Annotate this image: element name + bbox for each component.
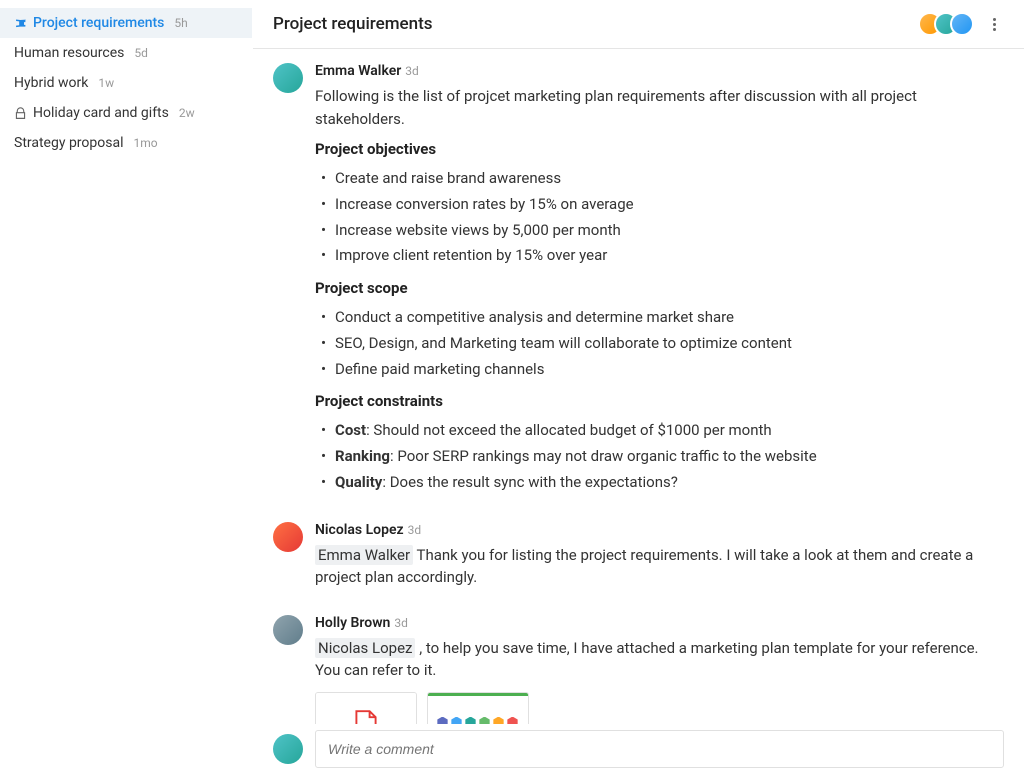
attachment-thumbnail [316,693,416,725]
section-title: Project objectives [315,140,1004,158]
avatar [273,522,303,552]
post-text: Emma Walker Thank you for listing the pr… [315,544,1004,589]
list-item: Ranking: Poor SERP rankings may not draw… [335,444,1004,470]
sidebar-item-hybrid-work[interactable]: Hybrid work 1w [0,68,252,98]
pdf-icon [351,710,381,725]
sidebar-item-project-requirements[interactable]: Project requirements 5h [0,8,252,38]
section-title: Project scope [315,279,1004,297]
avatar [273,615,303,645]
sidebar-item-time: 1w [98,76,114,90]
post-header: Nicolas Lopez 3d [315,522,1004,538]
post-author: Holly Brown [315,615,390,631]
post: Holly Brown 3d Nicolas Lopez , to help y… [273,615,1004,725]
post-header: Emma Walker 3d [315,63,1004,79]
list-item: SEO, Design, and Marketing team will col… [335,331,1004,357]
header-actions [926,12,1004,36]
post-time: 3d [394,616,408,630]
diagram-icon [437,717,520,725]
pin-icon [14,17,27,30]
attachments: Marketing-plan... Proof this file 2h [315,692,1004,725]
scope-list: Conduct a competitive analysis and deter… [315,305,1004,382]
comment-input[interactable] [315,730,1004,768]
list-item: Quality: Does the result sync with the e… [335,470,1004,496]
list-item: Cost: Should not exceed the allocated bu… [335,418,1004,444]
post: Nicolas Lopez 3d Emma Walker Thank you f… [273,522,1004,599]
avatar [273,734,303,764]
constraints-list: Cost: Should not exceed the allocated bu… [315,418,1004,495]
post: Emma Walker 3d Following is the list of … [273,63,1004,506]
post-time: 3d [408,523,422,537]
post-body: Emma Walker 3d Following is the list of … [315,63,1004,506]
sidebar-item-label: Project requirements [33,15,164,31]
post-text: Nicolas Lopez , to help you save time, I… [315,637,1004,682]
post-author: Emma Walker [315,63,401,79]
avatar [273,63,303,93]
more-options-button[interactable] [984,14,1004,34]
sidebar-item-human-resources[interactable]: Human resources 5d [0,38,252,68]
attachment-card[interactable]: Marketing-plan... Proof this file 2h [315,692,417,725]
main-panel: Project requirements Emma Walker 3d Foll… [252,0,1024,778]
user-mention[interactable]: Nicolas Lopez [315,638,415,658]
header: Project requirements [253,0,1024,49]
content-area: Emma Walker 3d Following is the list of … [253,49,1024,724]
sidebar-item-label: Strategy proposal [14,135,123,151]
sidebar-item-time: 5d [134,46,148,60]
sidebar-item-holiday-card[interactable]: Holiday card and gifts 2w [0,98,252,128]
list-item: Improve client retention by 15% over yea… [335,243,1004,269]
sidebar-item-time: 1mo [133,136,157,150]
user-mention[interactable]: Emma Walker [315,545,413,565]
sidebar-item-time: 5h [174,16,187,30]
sidebar-item-strategy-proposal[interactable]: Strategy proposal 1mo [0,128,252,158]
sidebar-item-time: 2w [179,106,195,120]
attachment-thumbnail [428,693,528,725]
collaborator-avatars[interactable] [926,12,974,36]
sidebar-item-label: Holiday card and gifts [33,105,169,121]
post-body: Nicolas Lopez 3d Emma Walker Thank you f… [315,522,1004,599]
avatar [950,12,974,36]
sidebar-item-label: Human resources [14,45,124,61]
comment-bar [253,724,1024,778]
list-item: Increase conversion rates by 15% on aver… [335,192,1004,218]
post-header: Holly Brown 3d [315,615,1004,631]
list-item: Conduct a competitive analysis and deter… [335,305,1004,331]
list-item: Create and raise brand awareness [335,166,1004,192]
post-body: Holly Brown 3d Nicolas Lopez , to help y… [315,615,1004,725]
lock-icon [14,107,27,120]
post-time: 3d [405,64,419,78]
sidebar: Project requirements 5h Human resources … [0,0,252,778]
attachment-card[interactable]: Marketing-stra... Proof this file 2h [427,692,529,725]
post-text: Following is the list of projcet marketi… [315,85,1004,130]
list-item: Increase website views by 5,000 per mont… [335,218,1004,244]
page-title: Project requirements [273,14,433,34]
post-author: Nicolas Lopez [315,522,404,538]
objectives-list: Create and raise brand awareness Increas… [315,166,1004,269]
sidebar-item-label: Hybrid work [14,75,88,91]
section-title: Project constraints [315,392,1004,410]
list-item: Define paid marketing channels [335,357,1004,383]
